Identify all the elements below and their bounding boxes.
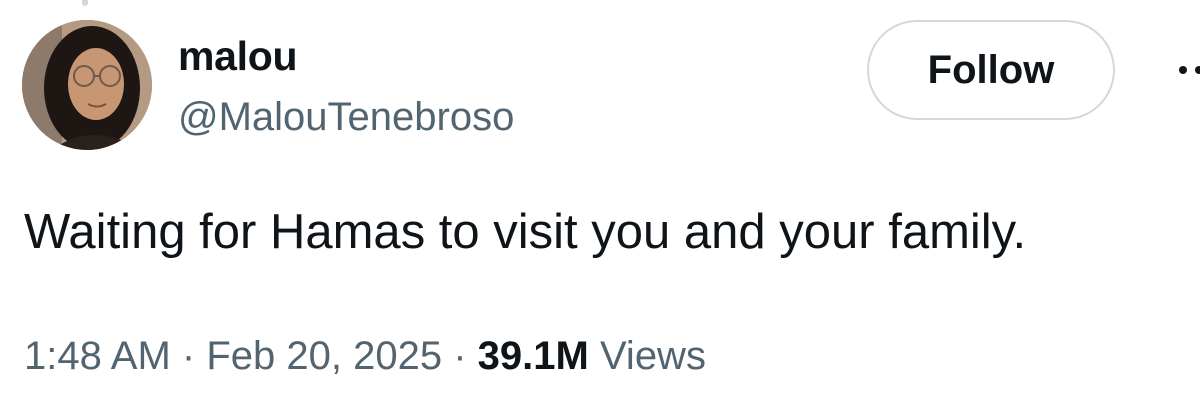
meta-separator: · — [453, 334, 467, 378]
avatar[interactable] — [22, 20, 152, 150]
tweet-meta: 1:48 AM · Feb 20, 2025 · 39.1M Views — [24, 330, 706, 382]
tweet-time[interactable]: 1:48 AM — [24, 334, 171, 378]
tweet-text: Waiting for Hamas to visit you and your … — [24, 205, 1027, 259]
author-display-name[interactable]: malou — [178, 31, 298, 81]
thread-connector-line — [82, 0, 88, 6]
meta-separator: · — [181, 334, 196, 378]
more-horizontal-icon[interactable] — [1175, 62, 1200, 78]
tweet-card: malou @MalouTenebroso Follow Waiting for… — [0, 0, 1200, 407]
avatar-photo — [22, 20, 152, 150]
views-count: 39.1M — [477, 334, 589, 378]
author-handle[interactable]: @MalouTenebroso — [178, 92, 514, 142]
tweet-date[interactable]: Feb 20, 2025 — [206, 334, 442, 378]
views-label: Views — [599, 334, 706, 378]
follow-button[interactable]: Follow — [867, 20, 1115, 120]
